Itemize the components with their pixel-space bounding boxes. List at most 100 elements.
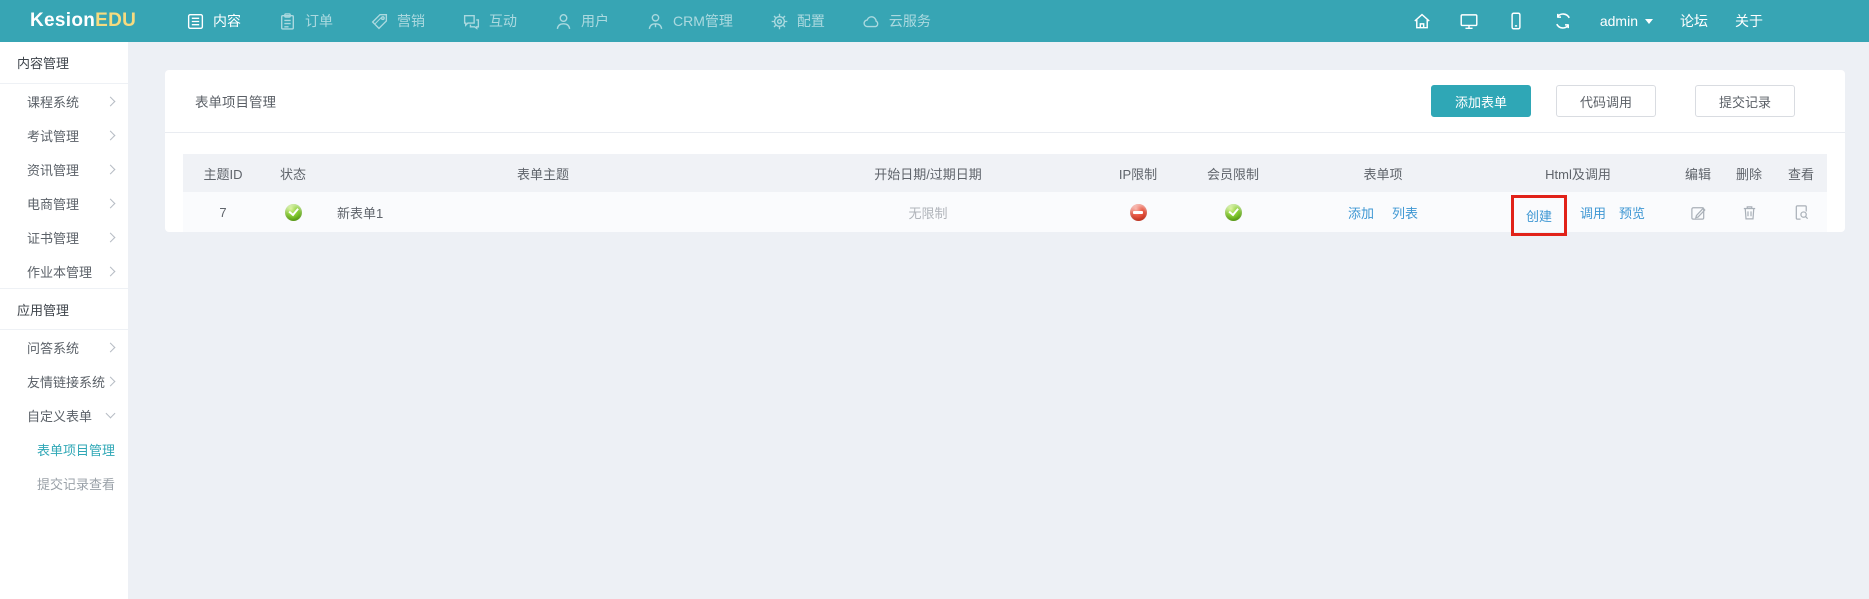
nav-label: 用户 xyxy=(581,13,609,29)
content-icon xyxy=(186,12,205,31)
header-status: 状态 xyxy=(279,166,306,182)
topbar: KesionEDU 内容 订单 营销 互动 用户 CRM管理 配置 云服务 ad… xyxy=(0,0,1869,42)
list-items-link[interactable]: 列表 xyxy=(1392,203,1418,222)
row-ip-limit xyxy=(1093,203,1183,221)
table-header-row: 主题ID 状态 表单主题 开始日期/过期日期 IP限制 会员限制 表单项 Htm… xyxy=(183,154,1827,192)
header-delete: 删除 xyxy=(1735,166,1762,182)
header-topic-id: 主题ID xyxy=(203,166,243,182)
nav-users[interactable]: 用户 xyxy=(554,11,609,31)
row-date-range: 无限制 xyxy=(908,205,948,221)
header-view: 查看 xyxy=(1787,166,1814,182)
nav-label: 互动 xyxy=(489,13,517,29)
add-form-button[interactable]: 添加表单 xyxy=(1430,85,1531,117)
nav-cloud[interactable]: 云服务 xyxy=(862,11,931,31)
divider xyxy=(165,132,1845,133)
table-row: 7 新表单1 无限制 添加 列表 创建 调用 预览 xyxy=(183,192,1827,236)
row-form-title: 新表单1 xyxy=(337,205,384,221)
interaction-icon xyxy=(462,12,481,31)
header-ip-limit: IP限制 xyxy=(1118,166,1158,182)
users-icon xyxy=(554,12,573,31)
chevron-right-icon xyxy=(105,198,116,208)
nav-marketing[interactable]: 营销 xyxy=(370,11,425,31)
app-logo[interactable]: KesionEDU xyxy=(0,10,152,32)
chevron-right-icon xyxy=(105,164,116,174)
cloud-icon xyxy=(862,12,881,31)
about-link[interactable]: 关于 xyxy=(1735,11,1763,31)
header-date-range: 开始日期/过期日期 xyxy=(874,166,982,182)
sidebar-item-label: 证书管理 xyxy=(27,230,80,246)
chevron-right-icon xyxy=(105,342,116,352)
nav-orders[interactable]: 订单 xyxy=(278,11,333,31)
home-icon[interactable] xyxy=(1412,11,1432,31)
sidebar-subitem-submissions[interactable]: 提交记录查看 xyxy=(0,466,128,500)
sidebar-item-course[interactable]: 课程系统 xyxy=(0,84,128,118)
chevron-right-icon xyxy=(105,96,116,106)
sidebar-item-ecommerce[interactable]: 电商管理 xyxy=(0,186,128,220)
nav-content[interactable]: 内容 xyxy=(186,11,241,31)
header-edit: 编辑 xyxy=(1684,166,1711,182)
annotation-highlight-box: 创建 xyxy=(1510,194,1567,236)
sidebar-item-label: 问答系统 xyxy=(27,340,80,356)
sidebar-item-customforms[interactable]: 自定义表单 xyxy=(0,398,128,432)
page-title: 表单项目管理 xyxy=(195,95,276,110)
submit-records-button[interactable]: 提交记录 xyxy=(1694,85,1795,117)
row-member-limit xyxy=(1183,203,1283,221)
nav-label: 云服务 xyxy=(888,13,931,29)
create-html-link[interactable]: 创建 xyxy=(1526,206,1552,225)
sidebar-section-content[interactable]: 内容管理 xyxy=(0,42,128,84)
nav-label: 订单 xyxy=(305,13,333,29)
admin-menu[interactable]: admin xyxy=(1600,13,1653,29)
main-area: 表单项目管理 添加表单 代码调用 提交记录 主题ID 状态 表单主题 开始日期/… xyxy=(128,42,1869,599)
nav-label: CRM管理 xyxy=(673,13,733,29)
chevron-right-icon xyxy=(105,266,116,276)
forum-link[interactable]: 论坛 xyxy=(1680,11,1708,31)
marketing-icon xyxy=(370,12,389,31)
header-html-call: Html及调用 xyxy=(1545,166,1611,182)
config-icon xyxy=(770,12,789,31)
chevron-right-icon xyxy=(105,130,116,140)
row-topic-id: 7 xyxy=(219,204,227,220)
nav-label: 内容 xyxy=(213,13,241,29)
mobile-icon[interactable] xyxy=(1506,11,1526,31)
member-allowed-icon xyxy=(1224,203,1242,221)
chevron-right-icon xyxy=(105,232,116,242)
logo-suffix: EDU xyxy=(95,10,137,31)
nav-config[interactable]: 配置 xyxy=(770,11,825,31)
topbar-right: admin 论坛 关于 xyxy=(1412,11,1763,31)
monitor-icon[interactable] xyxy=(1459,11,1479,31)
sidebar-item-qa[interactable]: 问答系统 xyxy=(0,330,128,364)
sidebar-item-certificate[interactable]: 证书管理 xyxy=(0,220,128,254)
edit-icon[interactable] xyxy=(1690,204,1707,221)
sidebar-item-friendlinks[interactable]: 友情链接系统 xyxy=(0,364,128,398)
sidebar-item-label: 作业本管理 xyxy=(27,264,93,280)
refresh-icon[interactable] xyxy=(1553,11,1573,31)
call-html-link[interactable]: 调用 xyxy=(1580,203,1606,222)
delete-icon[interactable] xyxy=(1741,204,1758,221)
view-icon[interactable] xyxy=(1793,204,1810,221)
code-call-button[interactable]: 代码调用 xyxy=(1555,85,1656,117)
status-enabled-icon xyxy=(284,203,302,221)
nav-crm[interactable]: CRM管理 xyxy=(646,11,733,31)
sidebar-item-workbook[interactable]: 作业本管理 xyxy=(0,254,128,288)
sidebar-section-apps[interactable]: 应用管理 xyxy=(0,288,128,330)
chevron-right-icon xyxy=(105,376,116,386)
sidebar-item-label: 考试管理 xyxy=(27,128,80,144)
row-html-links: 创建 调用 预览 xyxy=(1483,192,1673,236)
nav-label: 配置 xyxy=(796,13,825,29)
row-status xyxy=(263,203,323,221)
sidebar-subitem-form-projects[interactable]: 表单项目管理 xyxy=(0,432,128,466)
add-item-link[interactable]: 添加 xyxy=(1348,203,1374,222)
sidebar-item-label: 课程系统 xyxy=(27,94,80,110)
preview-html-link[interactable]: 预览 xyxy=(1619,203,1645,222)
top-navigation: 内容 订单 营销 互动 用户 CRM管理 配置 云服务 xyxy=(186,11,931,31)
admin-username: admin xyxy=(1599,13,1638,29)
sidebar-item-news[interactable]: 资讯管理 xyxy=(0,152,128,186)
nav-interaction[interactable]: 互动 xyxy=(462,11,517,31)
sidebar-item-label: 友情链接系统 xyxy=(27,374,106,390)
forms-table: 主题ID 状态 表单主题 开始日期/过期日期 IP限制 会员限制 表单项 Htm… xyxy=(183,154,1827,236)
sidebar: 内容管理 课程系统 考试管理 资讯管理 电商管理 证书管理 作业本管理 应用管理… xyxy=(0,42,128,599)
header-form-items: 表单项 xyxy=(1363,166,1403,182)
chevron-down-icon xyxy=(1645,18,1653,24)
sidebar-item-exam[interactable]: 考试管理 xyxy=(0,118,128,152)
nav-label: 营销 xyxy=(397,13,425,29)
